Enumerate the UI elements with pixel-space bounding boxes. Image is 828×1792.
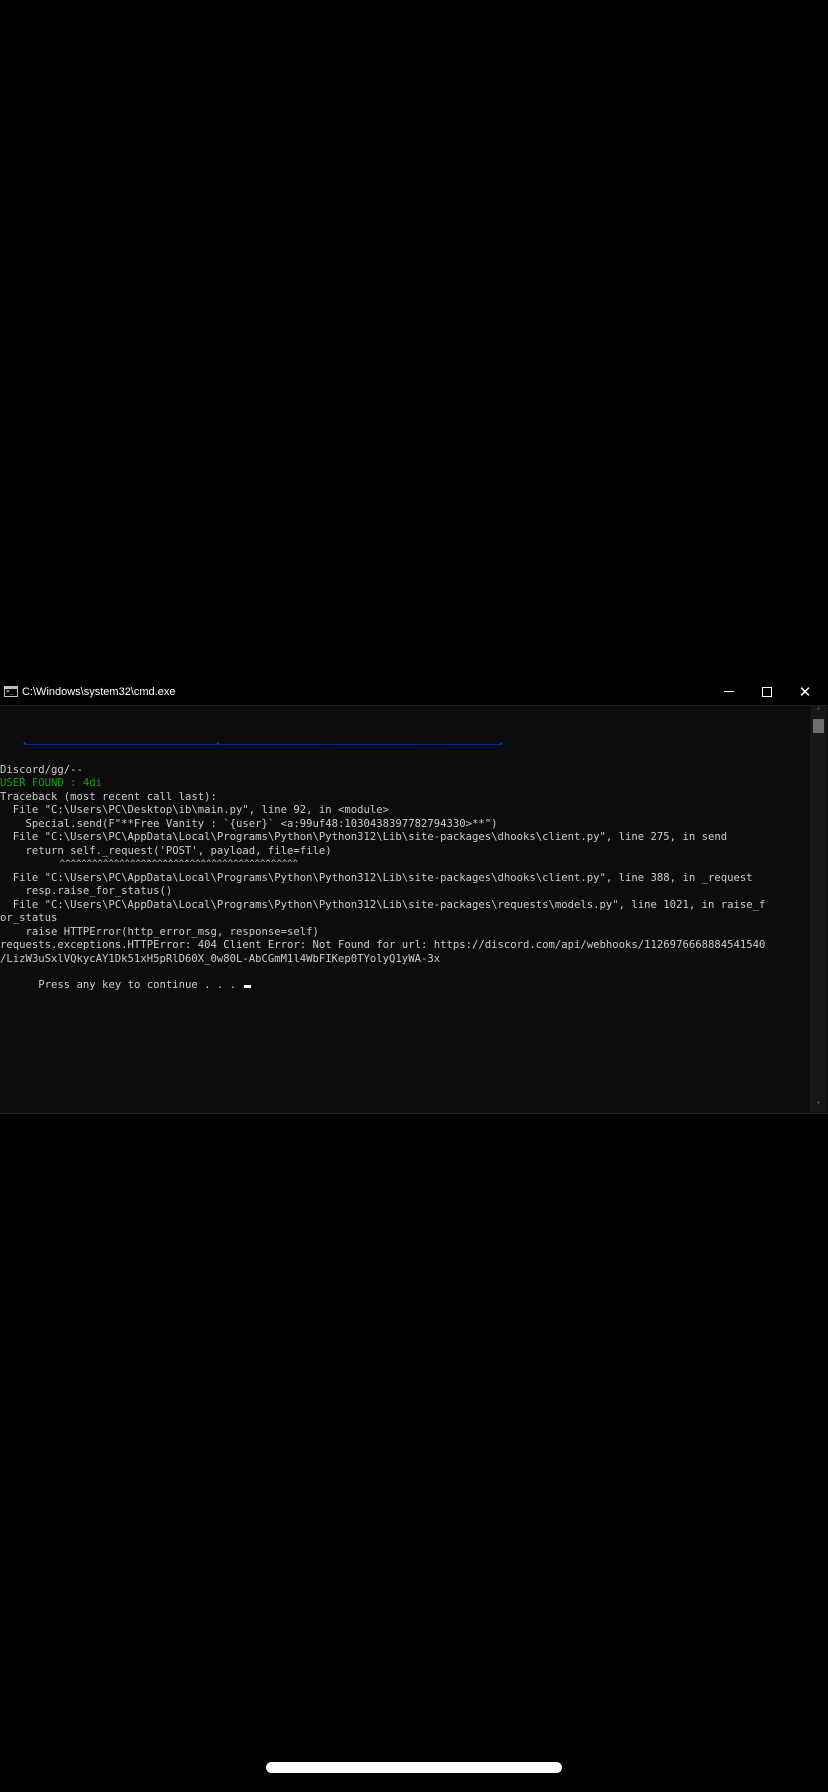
console-output[interactable]: •———————————————————————————————————————… <box>0 706 810 1112</box>
console-line: Traceback (most recent call last): <box>0 791 217 803</box>
maximize-icon <box>762 687 772 697</box>
console-line: or_status <box>0 912 58 924</box>
vertical-scrollbar[interactable]: ˄ ˅ <box>810 706 827 1112</box>
console-line: resp.raise_for_status() <box>0 885 173 897</box>
scroll-down-arrow-icon[interactable]: ˅ <box>810 1100 827 1112</box>
scroll-thumb[interactable] <box>813 719 824 733</box>
console-line: File "C:\Users\PC\AppData\Local\Programs… <box>0 899 766 911</box>
console-line-user-found: USER FOUND : 4di <box>0 777 103 789</box>
console-line: return self._request('POST', payload, fi… <box>0 845 332 857</box>
console-line-carets: ^^^^^^^^^^^^^^^^^^^^^^^^^^^^^^^^^^^^^^^^… <box>0 859 299 869</box>
cmd-app-icon[interactable] <box>4 686 18 697</box>
console-line: Discord/gg/-- <box>0 764 83 776</box>
console-line: File "C:\Users\PC\AppData\Local\Programs… <box>0 872 753 884</box>
title-bar[interactable]: C:\Windows\system32\cmd.exe ✕ <box>0 679 828 706</box>
minimize-button[interactable] <box>710 679 748 705</box>
console-line: Special.send(F"**Free Vanity : `{user}` … <box>0 818 498 830</box>
prompt-text: Press any key to continue . . . <box>38 979 243 991</box>
window-title: C:\Windows\system32\cmd.exe <box>22 686 176 698</box>
console-line-error-url: /LizW3uSxlVQkycAY1Dk51xH5pRlD60X_0w80L-A… <box>0 953 441 965</box>
console-prompt-line: Press any key to continue . . . <box>0 966 252 1005</box>
console-line: raise HTTPError(http_error_msg, response… <box>0 926 319 938</box>
maximize-button[interactable] <box>748 679 786 705</box>
console-line: File "C:\Users\PC\Desktop\ib\main.py", l… <box>0 804 390 816</box>
separator-line: •———————————————————————————————————————… <box>22 740 504 750</box>
cmd-window: C:\Windows\system32\cmd.exe ✕ •—————————… <box>0 679 828 1114</box>
close-icon: ✕ <box>798 683 812 701</box>
minimize-icon <box>724 691 734 692</box>
close-button[interactable]: ✕ <box>786 679 824 705</box>
home-indicator[interactable] <box>266 1762 562 1773</box>
text-cursor <box>244 985 252 988</box>
console-line-error: requests.exceptions.HTTPError: 404 Clien… <box>0 939 766 951</box>
scroll-up-arrow-icon[interactable]: ˄ <box>810 706 827 718</box>
console-line: File "C:\Users\PC\AppData\Local\Programs… <box>0 831 728 843</box>
